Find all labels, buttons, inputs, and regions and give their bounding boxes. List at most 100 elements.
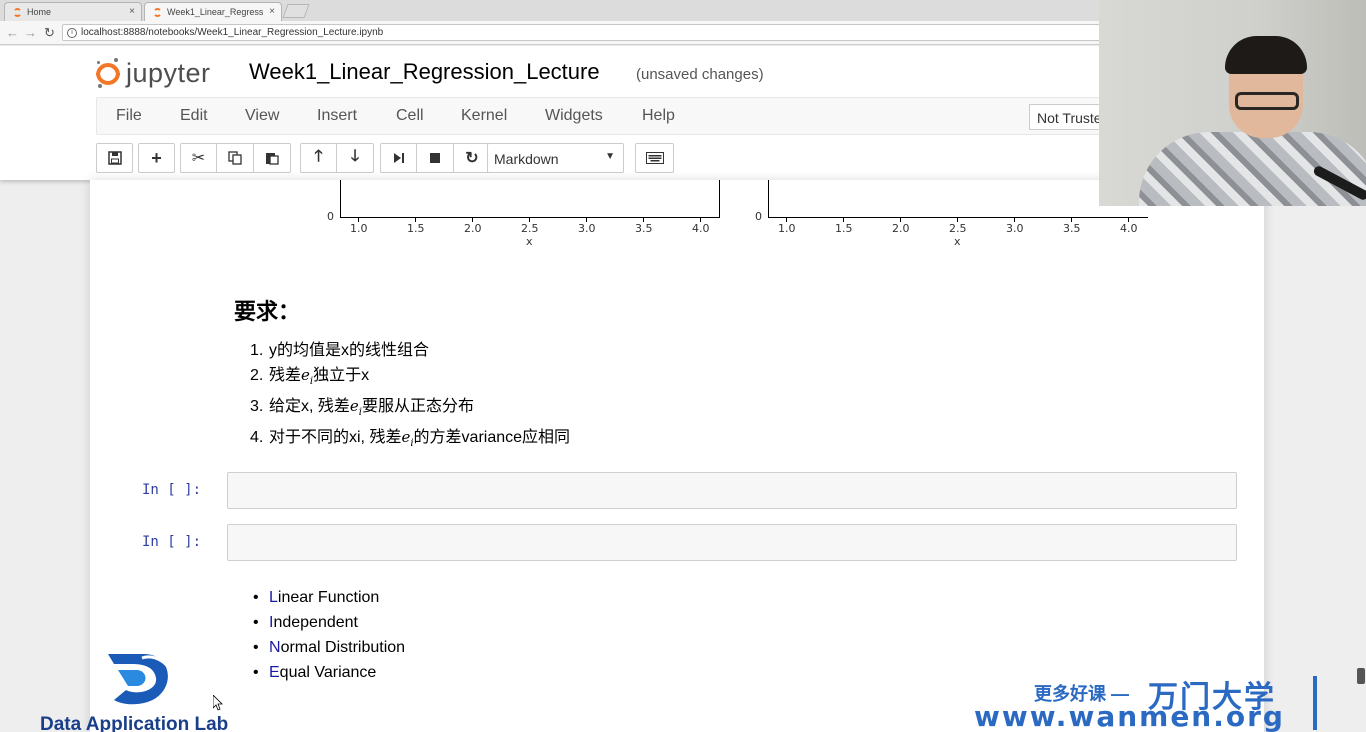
- code-input[interactable]: [227, 524, 1237, 561]
- tab-notebook[interactable]: Week1_Linear_Regress ×: [144, 2, 282, 21]
- code-cell: In [ ]:: [142, 472, 1238, 510]
- x-tick-label: 3.0: [1006, 222, 1024, 235]
- x-tick-label: 1.5: [407, 222, 425, 235]
- interrupt-button[interactable]: [417, 143, 454, 173]
- x-tick-label: 3.0: [578, 222, 596, 235]
- plus-icon: +: [151, 147, 162, 168]
- scrollbar-thumb[interactable]: [1357, 668, 1365, 684]
- back-icon[interactable]: ←: [6, 25, 19, 40]
- wanmen-url: www.wanmen.org: [974, 700, 1285, 732]
- copy-icon: [228, 151, 242, 165]
- requirements-list: 1. y的均值是x的线性组合 2. 残差ei独立于x 3. 给定x, 残差ei要服从正…: [250, 338, 570, 456]
- arrow-down-icon: 🡓: [350, 147, 360, 165]
- notebook-title[interactable]: Week1_Linear_Regression_Lecture: [249, 59, 600, 85]
- save-icon: [107, 151, 122, 165]
- jupyter-logo-icon: [96, 58, 120, 88]
- close-icon[interactable]: ×: [129, 6, 135, 17]
- plot-axes-frame: [340, 180, 720, 218]
- paste-icon: [266, 153, 279, 165]
- menu-kernel[interactable]: Kernel: [461, 107, 507, 125]
- step-forward-icon: [393, 153, 404, 163]
- reload-icon[interactable]: ↻: [44, 25, 55, 41]
- arrow-up-icon: 🡑: [314, 147, 323, 165]
- restart-button[interactable]: ↻: [454, 143, 491, 173]
- x-axis-label: x: [526, 235, 533, 248]
- y-tick-label: 0: [755, 210, 762, 223]
- new-tab-button[interactable]: [282, 4, 310, 18]
- cell-type-select[interactable]: Markdown ▼: [487, 143, 624, 173]
- x-tick-label: 4.0: [1120, 222, 1138, 235]
- x-tick-label: 2.5: [949, 222, 967, 235]
- move-up-button[interactable]: 🡑: [300, 143, 337, 173]
- info-icon[interactable]: i: [67, 27, 77, 38]
- x-tick-label: 4.0: [692, 222, 710, 235]
- jupyter-tab-icon: [13, 7, 22, 17]
- x-tick-label: 2.0: [892, 222, 910, 235]
- list-item: • Linear Function: [253, 589, 380, 606]
- wanmen-divider: [1313, 676, 1317, 730]
- menu-widgets[interactable]: Widgets: [545, 107, 603, 125]
- copy-button[interactable]: [217, 143, 254, 173]
- presenter-hair: [1225, 36, 1307, 74]
- menu-insert[interactable]: Insert: [317, 107, 357, 125]
- menu-help[interactable]: Help: [642, 107, 675, 125]
- list-item: 2. 残差ei独立于x: [250, 366, 370, 387]
- math-ei: ei: [349, 397, 362, 418]
- x-tick-label: 1.0: [778, 222, 796, 235]
- line-acronym-list: • Linear Function • Independent • Normal Di…: [253, 585, 405, 685]
- dal-logo-text: Data Application Lab: [40, 714, 229, 732]
- list-item: 4. 对于不同的xi, 残差ei的方差variance应相同: [250, 428, 571, 449]
- code-input[interactable]: [227, 472, 1237, 509]
- stop-icon: [430, 153, 440, 163]
- url-field[interactable]: i localhost:8888/notebooks/Week1_Linear_…: [62, 24, 1102, 41]
- data-application-lab-logo: Data Application Lab: [40, 650, 250, 732]
- menu-edit[interactable]: Edit: [180, 107, 208, 125]
- cell-prompt: In [ ]:: [142, 482, 202, 498]
- plot-axes-frame: [768, 180, 1148, 218]
- presenter-glasses: [1235, 92, 1299, 110]
- scissors-icon: ✂: [191, 150, 206, 167]
- forward-icon[interactable]: →: [24, 25, 37, 40]
- menu-file[interactable]: File: [116, 107, 142, 125]
- tab-notebook-title: Week1_Linear_Regress: [167, 7, 264, 17]
- cell-prompt: In [ ]:: [142, 534, 202, 550]
- requirements-heading: 要求：: [234, 299, 301, 324]
- insert-cell-button[interactable]: +: [138, 143, 175, 173]
- restart-icon: ↻: [465, 150, 479, 167]
- menu-cell[interactable]: Cell: [396, 107, 424, 125]
- menu-view[interactable]: View: [245, 107, 279, 125]
- save-button[interactable]: [96, 143, 133, 173]
- list-item: 3. 给定x, 残差ei要服从正态分布: [250, 397, 475, 418]
- jupyter-logo[interactable]: jupyter: [96, 55, 211, 91]
- move-down-button[interactable]: 🡓: [337, 143, 374, 173]
- run-button[interactable]: [380, 143, 417, 173]
- dal-logo-icon: [108, 654, 172, 705]
- tab-home-title: Home: [27, 7, 52, 17]
- y-tick-label: 0: [327, 210, 334, 223]
- close-icon[interactable]: ×: [269, 6, 275, 17]
- x-tick-label: 3.5: [1063, 222, 1081, 235]
- list-item: 1. y的均值是x的线性组合: [250, 342, 430, 359]
- x-tick-label: 1.5: [835, 222, 853, 235]
- x-axis-label: x: [954, 235, 961, 248]
- command-palette-button[interactable]: [635, 143, 674, 173]
- tab-home[interactable]: Home ×: [4, 2, 142, 21]
- caret-down-icon: ▼: [605, 151, 615, 162]
- x-tick-label: 2.5: [521, 222, 539, 235]
- list-item: • Independent: [253, 614, 358, 631]
- list-item: • Equal Variance: [253, 664, 377, 681]
- keyboard-icon: [645, 152, 664, 164]
- webcam-overlay: [1099, 0, 1366, 206]
- code-cell: In [ ]:: [142, 524, 1238, 562]
- x-tick-label: 1.0: [350, 222, 368, 235]
- x-tick-label: 2.0: [464, 222, 482, 235]
- mouse-cursor-icon: [213, 695, 223, 711]
- cut-button[interactable]: ✂: [180, 143, 217, 173]
- math-ei: ei: [401, 428, 414, 449]
- presenter-shirt: [1139, 132, 1366, 206]
- menu-bar: File Edit View Insert Cell Kernel Widget…: [96, 97, 1176, 135]
- math-ei: ei: [301, 366, 314, 387]
- paste-button[interactable]: [254, 143, 291, 173]
- jupyter-tab-icon: [153, 7, 162, 17]
- jupyter-logo-text: jupyter: [126, 57, 211, 88]
